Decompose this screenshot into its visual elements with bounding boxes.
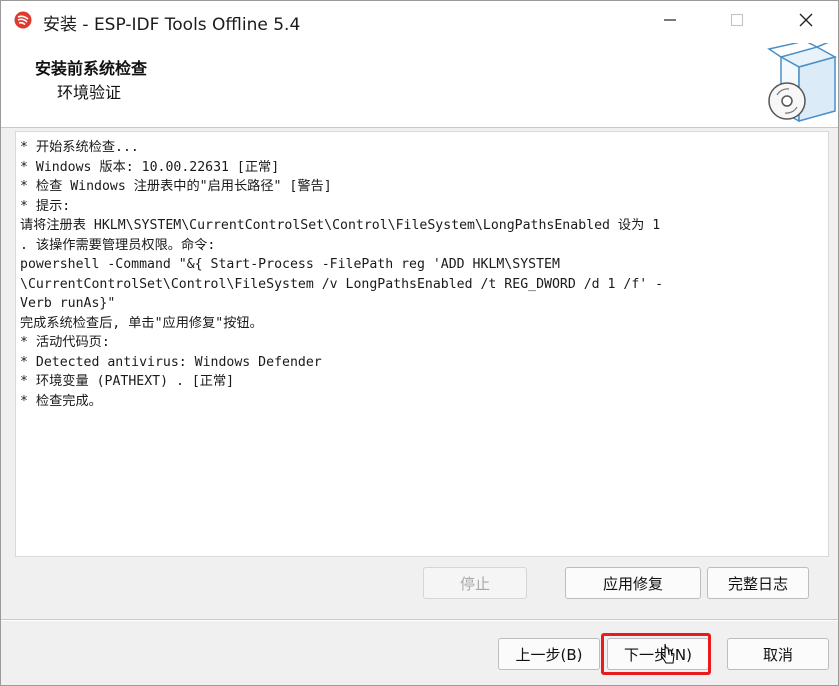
- log-line: * Detected antivirus: Windows Defender: [20, 354, 322, 370]
- footer-divider-highlight: [1, 620, 838, 621]
- log-line: * 活动代码页:: [20, 335, 110, 350]
- page-subtitle: 环境验证: [57, 83, 122, 102]
- log-line: 完成系统检查后, 单击"应用修复"按钮。: [20, 315, 263, 331]
- close-button[interactable]: [783, 1, 829, 39]
- log-line: * 开始系统检查...: [20, 140, 139, 155]
- stop-button[interactable]: 停止: [423, 567, 527, 599]
- log-line: * Windows 版本: 10.00.22631 [正常]: [20, 159, 280, 175]
- installer-window: 安装 - ESP-IDF Tools Offline 5.4 安装前系统检查 环…: [0, 0, 839, 686]
- log-line: Verb runAs}": [20, 296, 116, 311]
- full-log-button[interactable]: 完整日志: [707, 567, 809, 599]
- minimize-icon: [664, 19, 676, 21]
- log-line: powershell -Command "&{ Start-Process -F…: [20, 257, 560, 272]
- mouse-cursor-icon: [660, 643, 675, 664]
- apply-fix-button[interactable]: 应用修复: [565, 567, 701, 599]
- log-line: * 提示:: [20, 198, 71, 214]
- log-line: \CurrentControlSet\Control\FileSystem /v…: [20, 276, 664, 292]
- back-button[interactable]: 上一步(B): [498, 638, 600, 670]
- cancel-button[interactable]: 取消: [727, 638, 829, 670]
- maximize-button[interactable]: [714, 1, 760, 39]
- log-line: 请将注册表 HKLM\SYSTEM\CurrentControlSet\Cont…: [20, 218, 661, 233]
- log-line: * 环境变量 (PATHEXT) . [正常]: [20, 374, 235, 389]
- log-line: * 检查完成。: [20, 393, 102, 409]
- window-title: 安装 - ESP-IDF Tools Offline 5.4: [43, 15, 301, 35]
- espressif-logo-icon: [14, 11, 32, 29]
- log-line: . 该操作需要管理员权限。命令:: [20, 237, 216, 253]
- wizard-header: 安装前系统检查 环境验证: [1, 39, 838, 128]
- software-box-cd-icon: [767, 43, 837, 123]
- minimize-button[interactable]: [647, 1, 693, 39]
- system-check-log[interactable]: * 开始系统检查... * Windows 版本: 10.00.22631 [正…: [15, 131, 829, 557]
- title-bar[interactable]: 安装 - ESP-IDF Tools Offline 5.4: [1, 1, 838, 39]
- close-icon: [799, 13, 813, 27]
- maximize-icon: [730, 13, 744, 27]
- page-title: 安装前系统检查: [35, 59, 148, 78]
- log-line: * 检查 Windows 注册表中的"启用长路径" [警告]: [20, 179, 332, 194]
- next-button-highlight: [601, 633, 711, 675]
